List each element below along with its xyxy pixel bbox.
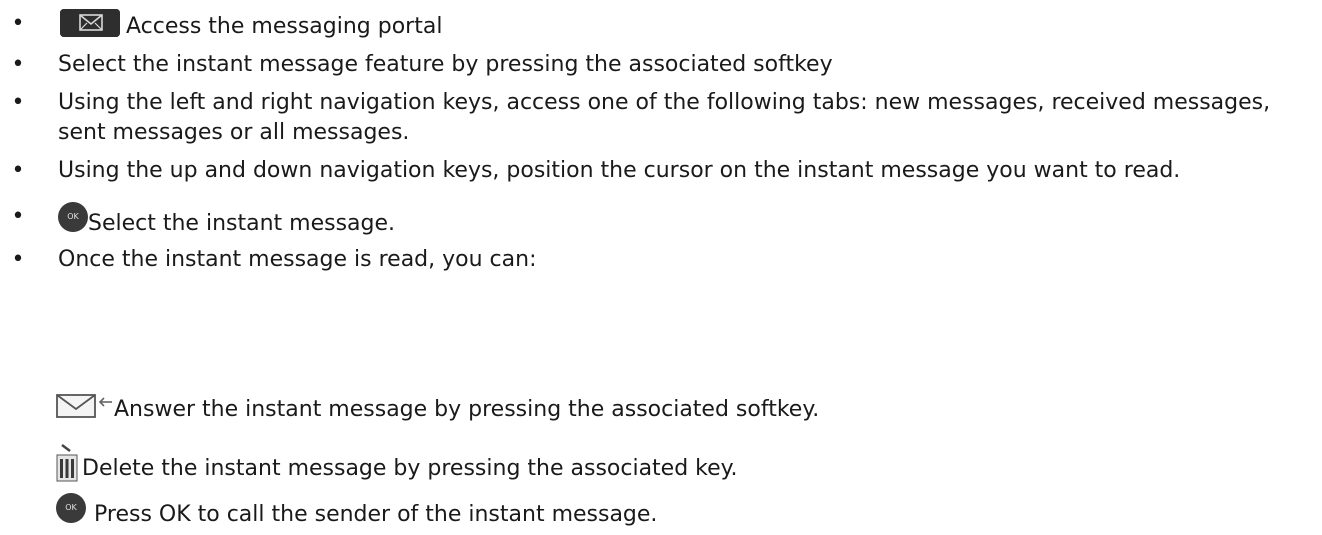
list-item: • Using the left and right navigation ke…	[0, 88, 1298, 148]
list-item: • Using the up and down navigation keys,…	[0, 156, 1318, 186]
option-call: OK Press OK to call the sender of the ins…	[56, 493, 657, 530]
trash-icon	[56, 443, 78, 483]
envelope-key-icon	[60, 9, 120, 37]
bullet: •	[11, 11, 25, 36]
option-text: Delete the instant message by pressing t…	[82, 456, 738, 481]
reply-envelope-icon	[56, 394, 114, 418]
option-text: Answer the instant message by pressing t…	[114, 397, 820, 422]
step-text: Using the up and down navigation keys, p…	[58, 158, 1181, 183]
bullet: •	[11, 247, 25, 272]
step-text: Once the instant message is read, you ca…	[58, 247, 537, 272]
step-text: Select the instant message feature by pr…	[58, 52, 833, 77]
step-text: Select the instant message.	[88, 211, 396, 236]
list-item: • Access the messaging portal	[0, 9, 1322, 42]
list-item: • OK Select the instant message.	[0, 202, 1322, 239]
ok-label: OK	[67, 212, 79, 221]
bullet: •	[11, 204, 25, 229]
step-text: Using the left and right navigation keys…	[58, 90, 1271, 145]
bullet: •	[11, 90, 25, 115]
list-item: • Once the instant message is read, you …	[0, 245, 1322, 275]
option-answer: Answer the instant message by pressing t…	[56, 394, 819, 425]
option-text: Press OK to call the sender of the insta…	[94, 502, 658, 527]
instructions-document: • Access the messaging portal • Select t…	[0, 0, 1322, 535]
bullet: •	[11, 158, 25, 183]
step-text: Access the messaging portal	[126, 14, 443, 39]
option-delete: Delete the instant message by pressing t…	[56, 443, 738, 484]
ok-label: OK	[65, 503, 77, 512]
bullet: •	[11, 52, 25, 77]
ok-button-icon: OK	[56, 493, 86, 523]
list-item: • Select the instant message feature by …	[0, 50, 1322, 80]
steps-list: • Access the messaging portal • Select t…	[0, 0, 1322, 275]
ok-button-icon: OK	[58, 202, 88, 232]
